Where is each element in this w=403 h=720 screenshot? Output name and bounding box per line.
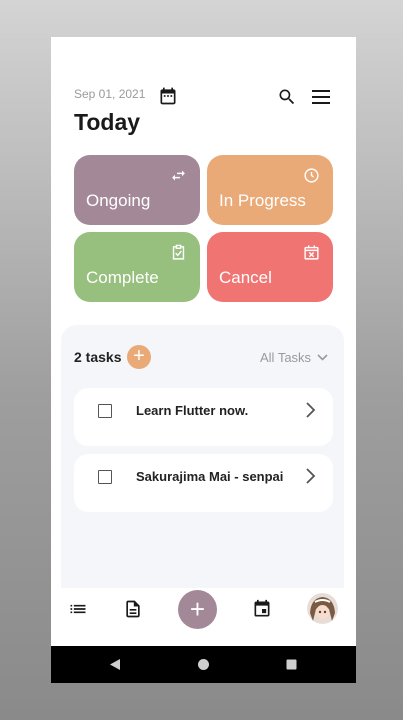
document-icon[interactable] [123,599,143,619]
search-icon[interactable] [277,87,297,107]
ongoing-card[interactable]: Ongoing [74,155,200,225]
phone-screen: Sep 01, 2021 Today Ongoing In Progress C… [51,37,356,683]
complete-label: Complete [86,268,159,287]
task-checkbox[interactable] [98,470,112,484]
in-progress-label: In Progress [219,191,306,210]
task-checkbox[interactable] [98,404,112,418]
clock-icon [304,168,319,183]
avatar[interactable] [307,593,338,624]
menu-icon[interactable] [311,89,331,105]
task-item[interactable]: Learn Flutter now. [74,388,333,446]
list-icon[interactable] [68,599,88,619]
cancel-label: Cancel [219,268,272,287]
task-item[interactable]: Sakurajima Mai - senpai [74,454,333,512]
back-icon[interactable] [109,658,121,671]
cancel-card[interactable]: Cancel [207,232,333,302]
page-title: Today [74,109,141,135]
swap-arrows-icon [172,170,185,181]
complete-card[interactable]: Complete [74,232,200,302]
chevron-right-icon[interactable] [303,467,317,485]
ongoing-label: Ongoing [86,191,151,210]
tasks-count: 2 tasks [74,349,122,365]
bottom-navigation: + [51,588,356,646]
calendar-icon[interactable] [252,599,272,619]
home-icon[interactable] [197,658,210,671]
chevron-right-icon[interactable] [303,401,317,419]
chevron-down-icon [317,354,328,361]
task-filter-label: All Tasks [260,350,312,365]
add-button[interactable]: + [178,590,217,629]
date-label: Sep 01, 2021 [74,87,146,101]
system-navigation-bar [51,646,356,683]
recents-icon[interactable] [286,659,297,670]
task-title: Learn Flutter now. [136,403,249,418]
date-row: Sep 01, 2021 [74,87,145,101]
in-progress-card[interactable]: In Progress [207,155,333,225]
task-title: Sakurajima Mai - senpai [136,469,284,484]
tasks-panel: 2 tasks + All Tasks Learn Flutter now. S… [61,325,344,588]
calendar-x-icon [304,245,319,260]
calendar-icon[interactable] [158,86,178,106]
task-filter-dropdown[interactable]: All Tasks [260,350,328,365]
clipboard-check-icon [172,244,185,260]
add-task-button[interactable]: + [127,345,151,369]
